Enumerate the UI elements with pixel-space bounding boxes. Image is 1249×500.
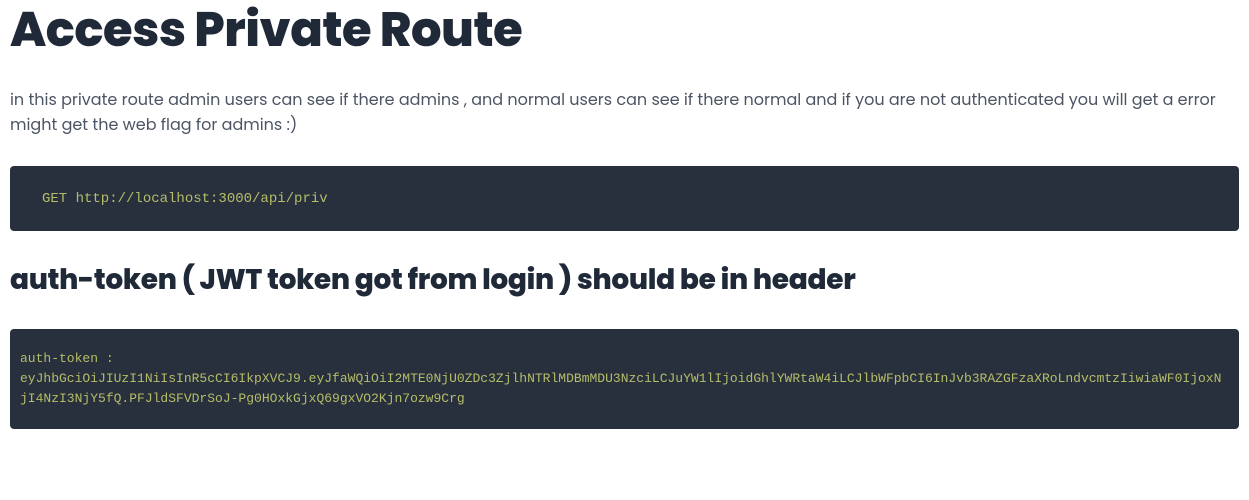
request-line: GET http://localhost:3000/api/priv bbox=[42, 191, 328, 207]
token-code-block: auth-token : eyJhbGciOiJIUzI1NiIsInR5cCI… bbox=[10, 329, 1239, 429]
request-code-block: GET http://localhost:3000/api/priv bbox=[10, 166, 1239, 231]
page-title: Access Private Route bbox=[10, 0, 1239, 60]
auth-token-value: auth-token : eyJhbGciOiJIUzI1NiIsInR5cCI… bbox=[20, 351, 1221, 406]
auth-token-heading: auth-token ( JWT token got from login ) … bbox=[10, 259, 1239, 301]
route-description: in this private route admin users can se… bbox=[10, 88, 1239, 138]
